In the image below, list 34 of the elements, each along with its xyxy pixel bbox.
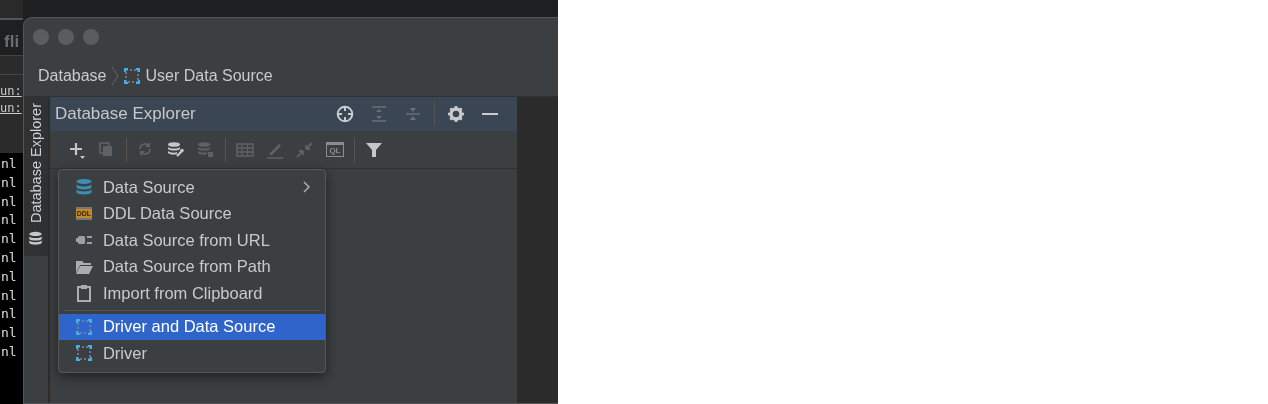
dashed-square-icon <box>74 344 93 363</box>
window-control-button[interactable] <box>33 29 49 45</box>
terminal-line: nl <box>0 155 18 173</box>
terminal-line: nl <box>0 286 18 305</box>
window-control-button[interactable] <box>83 29 99 45</box>
database-icon <box>28 231 44 247</box>
menu-item[interactable]: Import from Clipboard <box>58 280 325 307</box>
panel-title: Database Explorer <box>54 104 197 124</box>
terminal-link[interactable]: un: <box>0 83 23 100</box>
terminal-line: nl <box>0 211 18 230</box>
chevron-right-icon <box>110 66 119 86</box>
dashed-square-icon <box>74 317 93 336</box>
menu-item[interactable]: Data Source from URL <box>58 227 325 254</box>
terminal-line: nl <box>0 324 18 343</box>
breadcrumb-label: User Data Source <box>145 67 273 85</box>
side-tab[interactable]: Database Explorer <box>24 97 48 257</box>
clipboard-icon <box>74 284 93 303</box>
terminal-line: nl <box>0 192 18 211</box>
terminal-line: nl <box>0 267 18 286</box>
breadcrumb-item[interactable]: Database <box>38 67 107 85</box>
menu-item[interactable]: Driver and Data Source <box>58 313 325 340</box>
menu-item[interactable]: Driver <box>58 340 325 367</box>
dashed-square-icon <box>122 67 141 85</box>
terminal-line: nl <box>0 230 18 249</box>
terminal-line: nl <box>0 173 18 192</box>
window-control-button[interactable] <box>58 29 74 45</box>
terminal-link[interactable]: un: <box>0 100 23 117</box>
menu-item[interactable]: Data Source <box>58 174 325 201</box>
menu-item[interactable]: Data Source from Path <box>58 253 325 280</box>
terminal-line: nl <box>0 305 18 324</box>
database-icon <box>74 178 93 197</box>
terminal-line: nl <box>0 342 18 361</box>
breadcrumb-item[interactable]: User Data Source <box>122 67 273 85</box>
terminal-line: nl <box>0 249 18 267</box>
